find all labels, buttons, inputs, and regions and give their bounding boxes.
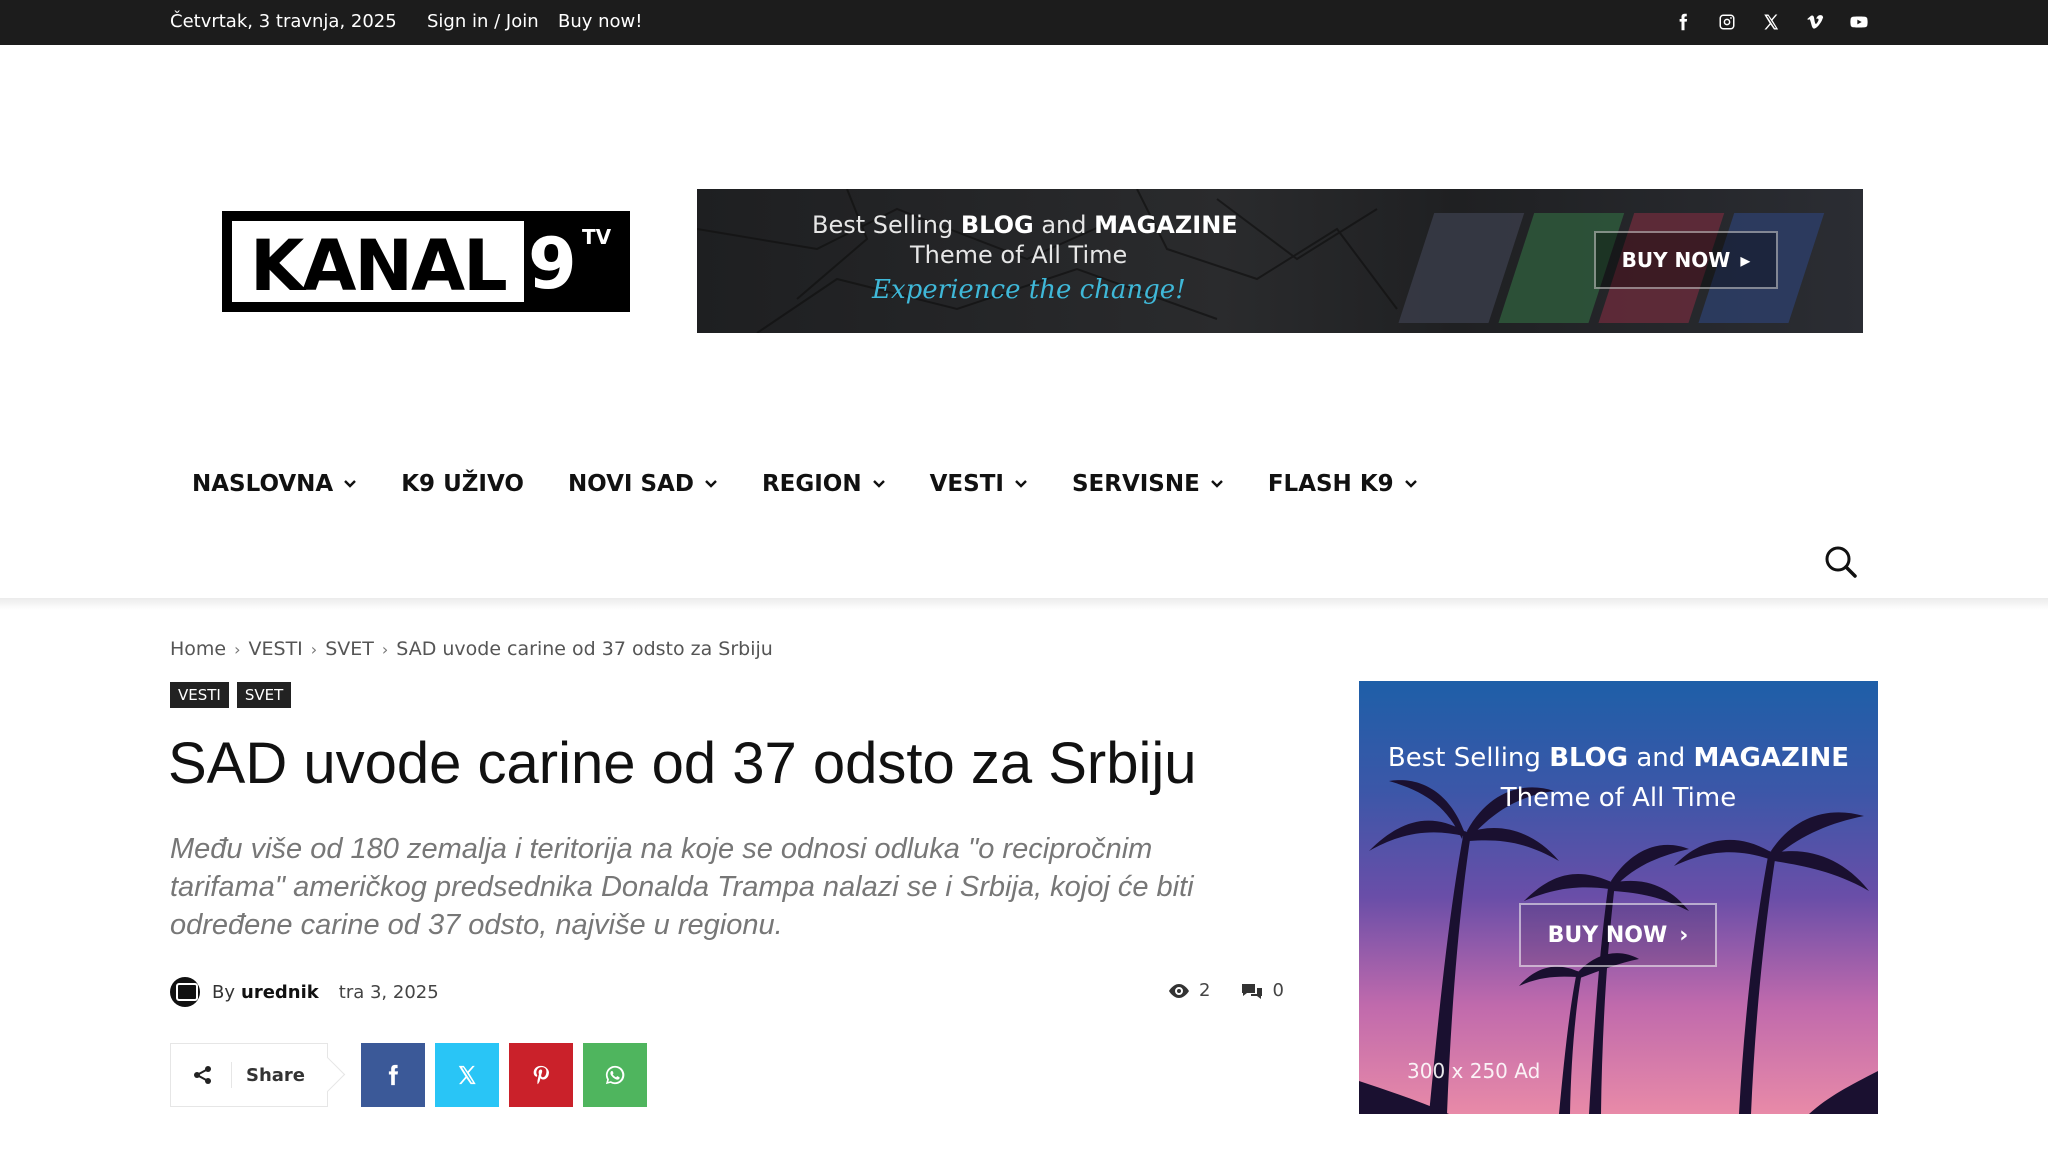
comments-count[interactable]: 0: [1240, 980, 1284, 1001]
views-value: 2: [1199, 980, 1211, 1001]
comments-icon: [1242, 983, 1263, 999]
logo-tv: TV: [582, 225, 612, 249]
breadcrumb: Home › VESTI › SVET › SAD uvode carine o…: [170, 638, 773, 660]
sidebar-ad-buy-now-button[interactable]: BUY NOW ›: [1519, 903, 1717, 967]
article-date: tra 3, 2025: [338, 981, 439, 1003]
nav-item-flash-k9[interactable]: FLASH K9: [1268, 471, 1418, 497]
article-meta: By urednik tra 3, 2025: [170, 976, 439, 1008]
x-icon: [458, 1065, 476, 1085]
share-label: Share: [246, 1064, 306, 1086]
nav-label: VESTI: [929, 471, 1004, 497]
eye-icon: [1169, 983, 1189, 998]
share-pinterest-button[interactable]: [509, 1043, 573, 1107]
breadcrumb-home[interactable]: Home: [170, 638, 226, 660]
breadcrumb-separator-icon: ›: [310, 639, 318, 659]
logo-nine-box: 9 TV: [524, 221, 620, 305]
x-icon[interactable]: [1758, 10, 1784, 34]
nav-item-servisne[interactable]: SERVISNE: [1072, 471, 1224, 497]
nav-label: FLASH K9: [1267, 471, 1394, 497]
article-stats: 2 0: [1167, 980, 1314, 1001]
chevron-down-icon: [872, 480, 885, 488]
sidebar-ad-buy-now-label: BUY NOW: [1547, 922, 1668, 948]
sidebar-ad-headline: Best Selling BLOG and MAGAZINE: [1387, 743, 1850, 773]
sidebar-ad[interactable]: Best Selling BLOG and MAGAZINE Theme of …: [1359, 681, 1878, 1114]
share-x-button[interactable]: [435, 1043, 499, 1107]
facebook-icon[interactable]: [1670, 10, 1696, 34]
logo-text: KANAL: [250, 225, 508, 307]
header-banner-ad[interactable]: Best Selling BLOG and MAGAZINE Theme of …: [697, 189, 1863, 333]
share-divider: [231, 1062, 232, 1088]
chevron-right-icon: ▸: [1740, 248, 1751, 272]
logo-inner: KANAL 9 TV: [232, 221, 620, 307]
author-link[interactable]: urednik: [241, 982, 319, 1003]
chevron-down-icon: [344, 480, 357, 488]
views-count: 2: [1167, 980, 1210, 1001]
breadcrumb-svet[interactable]: SVET: [325, 638, 374, 660]
nav-label: REGION: [761, 471, 862, 497]
article-subtitle: Među više od 180 zemalja i teritorija na…: [170, 833, 1194, 941]
share-whatsapp-button[interactable]: [583, 1043, 647, 1107]
buy-now-link[interactable]: Buy now!: [558, 11, 643, 32]
whatsapp-icon: [605, 1065, 625, 1085]
top-bar: Četvrtak, 3 travnja, 2025 Sign in / Join…: [0, 0, 2048, 45]
article-title: SAD uvode carine od 37 odsto za Srbiju: [168, 731, 1197, 796]
nav-item-novi-sad[interactable]: NOVI SAD: [568, 471, 718, 497]
chevron-down-icon: [705, 480, 717, 488]
tag-svet[interactable]: SVET: [236, 682, 292, 708]
nav-label: NOVI SAD: [567, 471, 694, 497]
banner-headline: Best Selling BLOG and MAGAZINE: [812, 211, 1238, 239]
facebook-icon: [388, 1064, 399, 1086]
chevron-down-icon: [1210, 480, 1223, 488]
youtube-icon[interactable]: [1846, 10, 1872, 34]
breadcrumb-separator-icon: ›: [381, 639, 389, 659]
sidebar-ad-subheadline: Theme of All Time: [1500, 783, 1737, 813]
nav-label: K9 UŽIVO: [401, 471, 524, 497]
banner-tagline: Experience the change!: [872, 275, 1186, 305]
share-facebook-button[interactable]: [361, 1043, 425, 1107]
sign-in-link[interactable]: Sign in / Join: [427, 11, 539, 32]
breadcrumb-separator-icon: ›: [234, 639, 241, 659]
banner-buy-now-label: BUY NOW: [1621, 248, 1731, 272]
tag-vesti[interactable]: VESTI: [170, 682, 229, 708]
main-nav: NASLOVNA K9 UŽIVO NOVI SAD REGION VESTI …: [192, 466, 1462, 502]
nav-item-region[interactable]: REGION: [762, 471, 886, 497]
pinterest-icon: [533, 1065, 549, 1085]
chevron-right-icon: ›: [1679, 922, 1689, 948]
comments-value: 0: [1272, 980, 1284, 1001]
nav-item-vesti[interactable]: VESTI: [930, 471, 1028, 497]
current-date: Četvrtak, 3 travnja, 2025: [170, 11, 397, 32]
nav-label: NASLOVNA: [192, 471, 334, 497]
chevron-down-icon: [1015, 480, 1027, 488]
logo-nine: 9: [528, 223, 577, 305]
share-toggle[interactable]: Share: [170, 1043, 328, 1107]
chevron-down-icon: [1404, 480, 1417, 488]
site-logo[interactable]: KANAL 9 TV: [222, 211, 630, 312]
breadcrumb-current: SAD uvode carine od 37 odsto za Srbiju: [396, 638, 773, 660]
nav-item-naslovna[interactable]: NASLOVNA: [192, 471, 357, 497]
instagram-icon[interactable]: [1714, 10, 1740, 34]
banner-subheadline: Theme of All Time: [910, 241, 1128, 269]
avatar[interactable]: [170, 977, 200, 1007]
breadcrumb-vesti[interactable]: VESTI: [249, 638, 303, 660]
banner-buy-now-button[interactable]: BUY NOW ▸: [1594, 231, 1778, 289]
nav-item-k9-uzivo[interactable]: K9 UŽIVO: [401, 471, 524, 497]
category-tags: VESTI SVET: [170, 682, 292, 708]
vimeo-icon[interactable]: [1802, 10, 1828, 34]
nav-label: SERVISNE: [1071, 471, 1200, 497]
share-icon: [194, 1066, 211, 1084]
search-icon[interactable]: [1824, 545, 1858, 579]
sidebar-ad-size-label: 300 x 250 Ad: [1407, 1059, 1541, 1083]
header-shadow: [0, 598, 2048, 610]
by-label: By: [212, 981, 236, 1003]
